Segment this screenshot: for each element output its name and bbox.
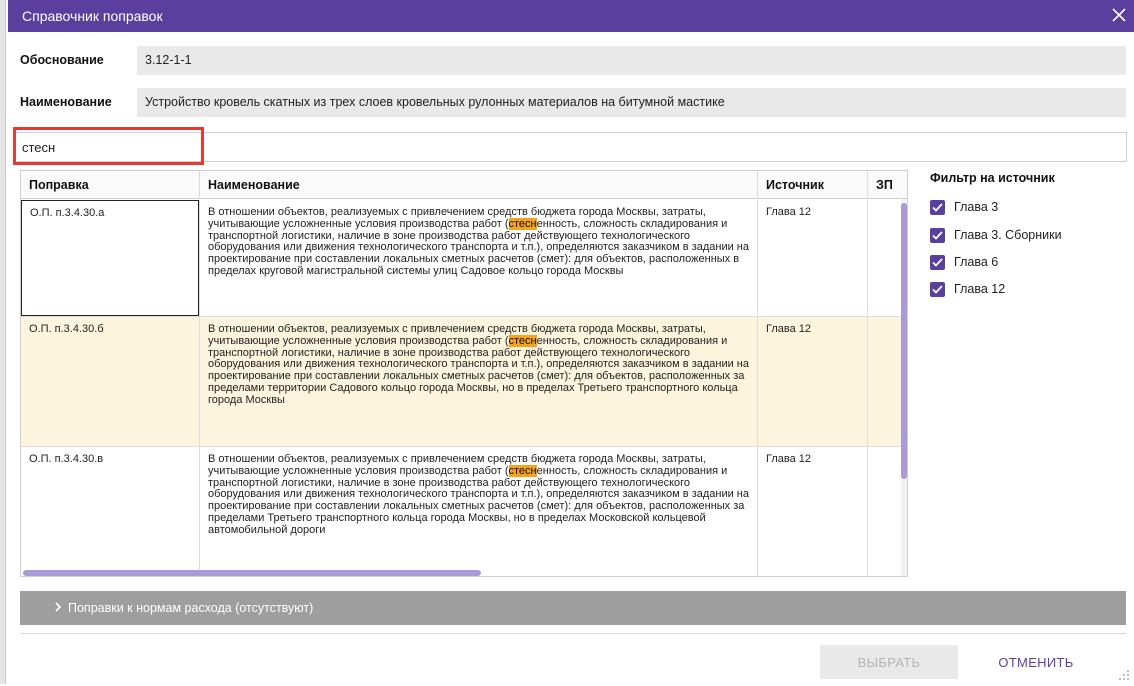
filter-item-label: Глава 6 <box>954 255 999 269</box>
select-button[interactable]: ВЫБРАТЬ <box>820 645 958 679</box>
name-row: Наименование Устройство кровель скатных … <box>20 88 1126 117</box>
row-zp <box>867 447 901 576</box>
vertical-scrollbar-thumb[interactable] <box>901 203 907 479</box>
row-source: Глава 12 <box>757 200 867 316</box>
accordion-label: Поправки к нормам расхода (отсутствуют) <box>68 601 314 615</box>
search-input[interactable] <box>14 133 1126 161</box>
filter-item-label: Глава 3 <box>954 200 999 214</box>
row-name: В отношении объектов, реализуемых с прив… <box>199 200 757 316</box>
consumption-corrections-accordion[interactable]: Поправки к нормам расхода (отсутствуют) <box>20 591 1126 625</box>
row-code: О.П. п.3.4.30.в <box>29 453 104 465</box>
checkbox-checked-icon[interactable] <box>930 200 945 215</box>
column-header-source[interactable]: Источник <box>757 171 867 199</box>
table-row[interactable]: О.П. п.3.4.30.в В отношении объектов, ре… <box>21 447 901 576</box>
filter-item-label: Глава 12 <box>954 282 1006 296</box>
justification-label: Обоснование <box>20 53 104 67</box>
checkbox-checked-icon[interactable] <box>930 282 945 297</box>
search-box[interactable] <box>13 132 1127 162</box>
table-row[interactable]: О.П. п.3.4.30.а В отношении объектов, ре… <box>21 200 901 317</box>
filter-item-label: Глава 3. Сборники <box>954 228 1062 242</box>
row-zp <box>867 200 901 316</box>
checkbox-checked-icon[interactable] <box>930 228 945 243</box>
column-header-zp[interactable]: ЗП <box>867 171 901 199</box>
horizontal-scrollbar-thumb[interactable] <box>23 570 481 576</box>
row-name: В отношении объектов, реализуемых с прив… <box>199 317 757 446</box>
resize-grip-icon[interactable] <box>1118 668 1130 680</box>
justification-value: 3.12-1-1 <box>137 46 1126 75</box>
name-label: Наименование <box>20 95 112 109</box>
name-value: Устройство кровель скатных из трех слоев… <box>137 88 1126 117</box>
corrections-table: Поправка Наименование Источник ЗП О.П. п… <box>20 170 908 577</box>
table-row[interactable]: О.П. п.3.4.30.б В отношении объектов, ре… <box>21 317 901 447</box>
row-zp <box>867 317 901 446</box>
search-match-highlight: стесн <box>508 334 537 347</box>
footer-divider <box>20 633 1126 634</box>
table-header: Поправка Наименование Источник ЗП <box>21 171 907 199</box>
checkbox-checked-icon[interactable] <box>930 255 945 270</box>
row-name: В отношении объектов, реализуемых с прив… <box>199 447 757 576</box>
row-source: Глава 12 <box>757 447 867 576</box>
dialog-titlebar: Справочник поправок <box>8 0 1134 32</box>
window-edge <box>0 0 6 684</box>
row-code: О.П. п.3.4.30.а <box>21 200 199 316</box>
column-header-code[interactable]: Поправка <box>21 171 199 199</box>
justification-row: Обоснование 3.12-1-1 <box>20 46 1126 75</box>
row-source: Глава 12 <box>757 317 867 446</box>
search-match-highlight: стесн <box>508 464 537 477</box>
filter-title: Фильтр на источник <box>930 171 1055 185</box>
dialog-title: Справочник поправок <box>22 8 163 24</box>
cancel-button[interactable]: ОТМЕНИТЬ <box>980 645 1092 679</box>
close-icon[interactable] <box>1108 4 1130 26</box>
row-code: О.П. п.3.4.30.б <box>29 323 104 335</box>
search-match-highlight: стесн <box>508 217 537 230</box>
column-header-name[interactable]: Наименование <box>199 171 757 199</box>
chevron-right-icon <box>54 600 62 616</box>
